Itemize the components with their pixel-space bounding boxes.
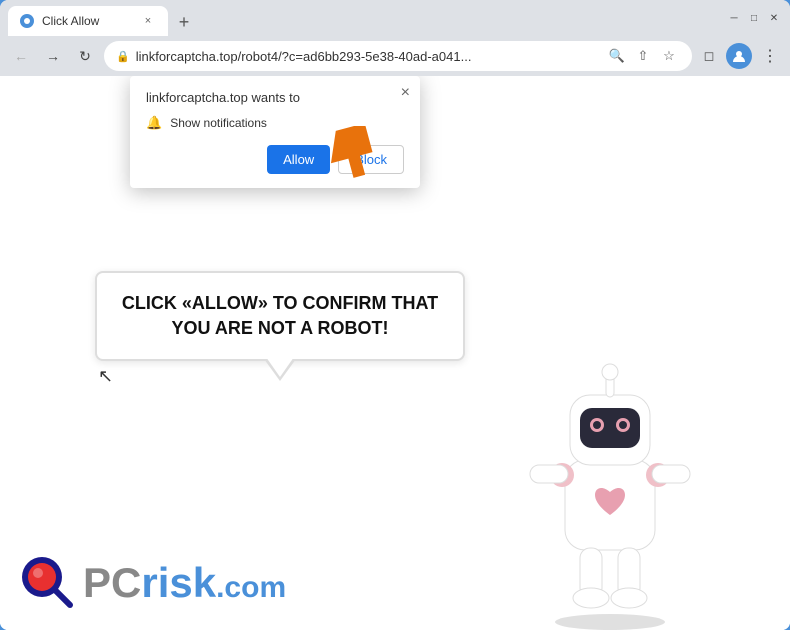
pcrisk-icon: [20, 555, 75, 610]
maximize-button[interactable]: □: [746, 10, 762, 26]
pcrisk-text: PCrisk.com: [83, 559, 286, 607]
address-bar: ← → ↻ 🔒 linkforcaptcha.top/robot4/?c=ad6…: [0, 36, 790, 76]
reload-button[interactable]: ↻: [72, 43, 98, 69]
speech-bubble: CLICK «ALLOW» TO CONFIRM THAT YOU ARE NO…: [95, 271, 465, 361]
window-controls: ─ □ ✕: [726, 10, 782, 26]
share-icon[interactable]: ⇧: [632, 45, 654, 67]
url-bar[interactable]: 🔒 linkforcaptcha.top/robot4/?c=ad6bb293-…: [104, 41, 692, 71]
tab-title: Click Allow: [42, 14, 132, 28]
minimize-button[interactable]: ─: [726, 10, 742, 26]
url-actions: 🔍 ⇧ ☆: [606, 45, 680, 67]
tab-close-button[interactable]: ×: [140, 13, 156, 29]
extensions-icon[interactable]: ◻: [698, 45, 720, 67]
page-content: × linkforcaptcha.top wants to 🔔 Show not…: [0, 76, 790, 630]
pcrisk-logo: PCrisk.com: [20, 555, 286, 610]
bell-icon: 🔔: [146, 115, 162, 131]
robot-image: [510, 330, 710, 630]
new-tab-button[interactable]: +: [170, 8, 198, 36]
orange-arrow: [300, 126, 380, 211]
lock-icon: 🔒: [116, 50, 130, 63]
profile-button[interactable]: [726, 43, 752, 69]
browser-window: Click Allow × + ─ □ ✕ ← → ↻ 🔒 linkforcap…: [0, 0, 790, 630]
title-bar: Click Allow × + ─ □ ✕: [0, 0, 790, 36]
url-text: linkforcaptcha.top/robot4/?c=ad6bb293-5e…: [136, 49, 600, 64]
popup-close-button[interactable]: ×: [401, 84, 410, 102]
tab-favicon: [20, 14, 34, 28]
speech-text: CLICK «ALLOW» TO CONFIRM THAT YOU ARE NO…: [121, 291, 439, 341]
cursor: ↖: [98, 366, 113, 387]
menu-button[interactable]: ⋮: [758, 46, 782, 66]
popup-title: linkforcaptcha.top wants to: [146, 90, 404, 105]
back-button[interactable]: ←: [8, 43, 34, 69]
popup-notification-text: Show notifications: [170, 116, 267, 130]
bookmark-icon[interactable]: ☆: [658, 45, 680, 67]
active-tab[interactable]: Click Allow ×: [8, 6, 168, 36]
tab-bar: Click Allow × +: [8, 0, 714, 36]
forward-button[interactable]: →: [40, 43, 66, 69]
close-button[interactable]: ✕: [766, 10, 782, 26]
search-icon[interactable]: 🔍: [606, 45, 628, 67]
